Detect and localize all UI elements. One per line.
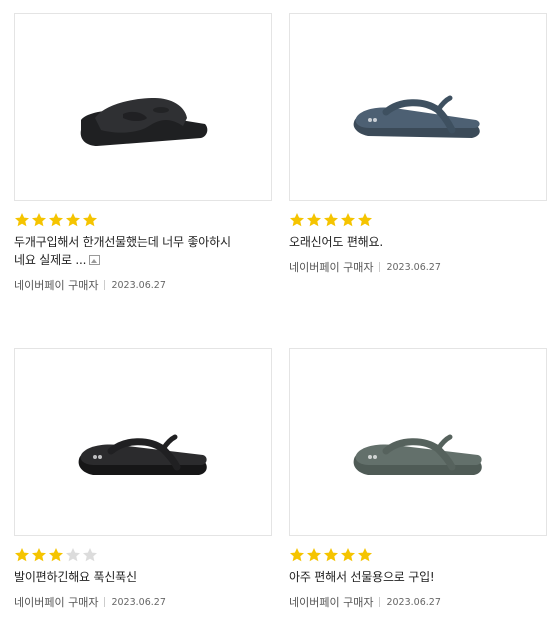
photo-icon [89,255,101,265]
review-card[interactable]: 발이편하긴해요 푹신푹신 네이버페이 구매자 2023.06.27 [14,348,272,610]
star-icon [83,213,97,227]
star-icon [15,213,29,227]
review-text-line: 아주 편해서 선물용으로 구입! [289,570,435,584]
star-icon [15,548,29,562]
divider [379,597,381,607]
review-text-line: 발이편하긴해요 푹신푹신 [14,570,137,584]
review-text[interactable]: 발이편하긴해요 푹신푹신 [14,568,272,586]
buyer-label: 네이버페이 구매자 [289,596,374,609]
buyer-label: 네이버페이 구매자 [14,279,99,292]
star-icon [66,548,80,562]
flip-flop-image [353,95,480,138]
star-rating [14,547,272,563]
star-icon [307,213,321,227]
star-icon [32,213,46,227]
flip-flop-image [353,434,482,475]
review-text-line: 두개구입해서 한개선물했는데 너무 좋아하시 [14,235,231,249]
star-icon [324,548,338,562]
product-thumbnail[interactable] [14,13,272,201]
review-text-line: 오래신어도 편해요. [289,235,383,249]
review-text[interactable]: 아주 편해서 선물용으로 구입! [289,568,547,586]
buyer-label: 네이버페이 구매자 [14,596,99,609]
divider [104,597,106,607]
divider [104,280,106,290]
review-date: 2023.06.27 [386,261,441,273]
star-icon [358,548,372,562]
star-icon [341,213,355,227]
review-date: 2023.06.27 [386,596,441,608]
review-card[interactable]: 아주 편해서 선물용으로 구입! 네이버페이 구매자 2023.06.27 [289,348,547,610]
flip-flop-image [78,434,207,475]
star-icon [83,548,97,562]
product-thumbnail[interactable] [289,348,547,536]
star-icon [290,213,304,227]
star-icon [32,548,46,562]
star-rating [14,212,272,228]
review-card[interactable]: 오래신어도 편해요. 네이버페이 구매자 2023.06.27 [289,13,547,275]
review-text-line: 네요 실제로 ... [14,253,87,267]
buyer-label: 네이버페이 구매자 [289,261,374,274]
divider [379,262,381,272]
product-thumbnail[interactable] [14,348,272,536]
star-rating [289,547,547,563]
review-card[interactable]: 두개구입해서 한개선물했는데 너무 좋아하시 네요 실제로 ... 네이버페이 … [14,13,272,293]
star-icon [66,213,80,227]
star-rating [289,212,547,228]
slide-sandal-image [80,98,208,146]
star-icon [49,548,63,562]
star-icon [358,213,372,227]
review-text[interactable]: 두개구입해서 한개선물했는데 너무 좋아하시 네요 실제로 ... [14,233,272,269]
product-thumbnail[interactable] [289,13,547,201]
star-icon [307,548,321,562]
star-icon [290,548,304,562]
review-text[interactable]: 오래신어도 편해요. [289,233,547,251]
star-icon [49,213,63,227]
star-icon [341,548,355,562]
review-date: 2023.06.27 [111,279,166,291]
review-date: 2023.06.27 [111,596,166,608]
star-icon [324,213,338,227]
